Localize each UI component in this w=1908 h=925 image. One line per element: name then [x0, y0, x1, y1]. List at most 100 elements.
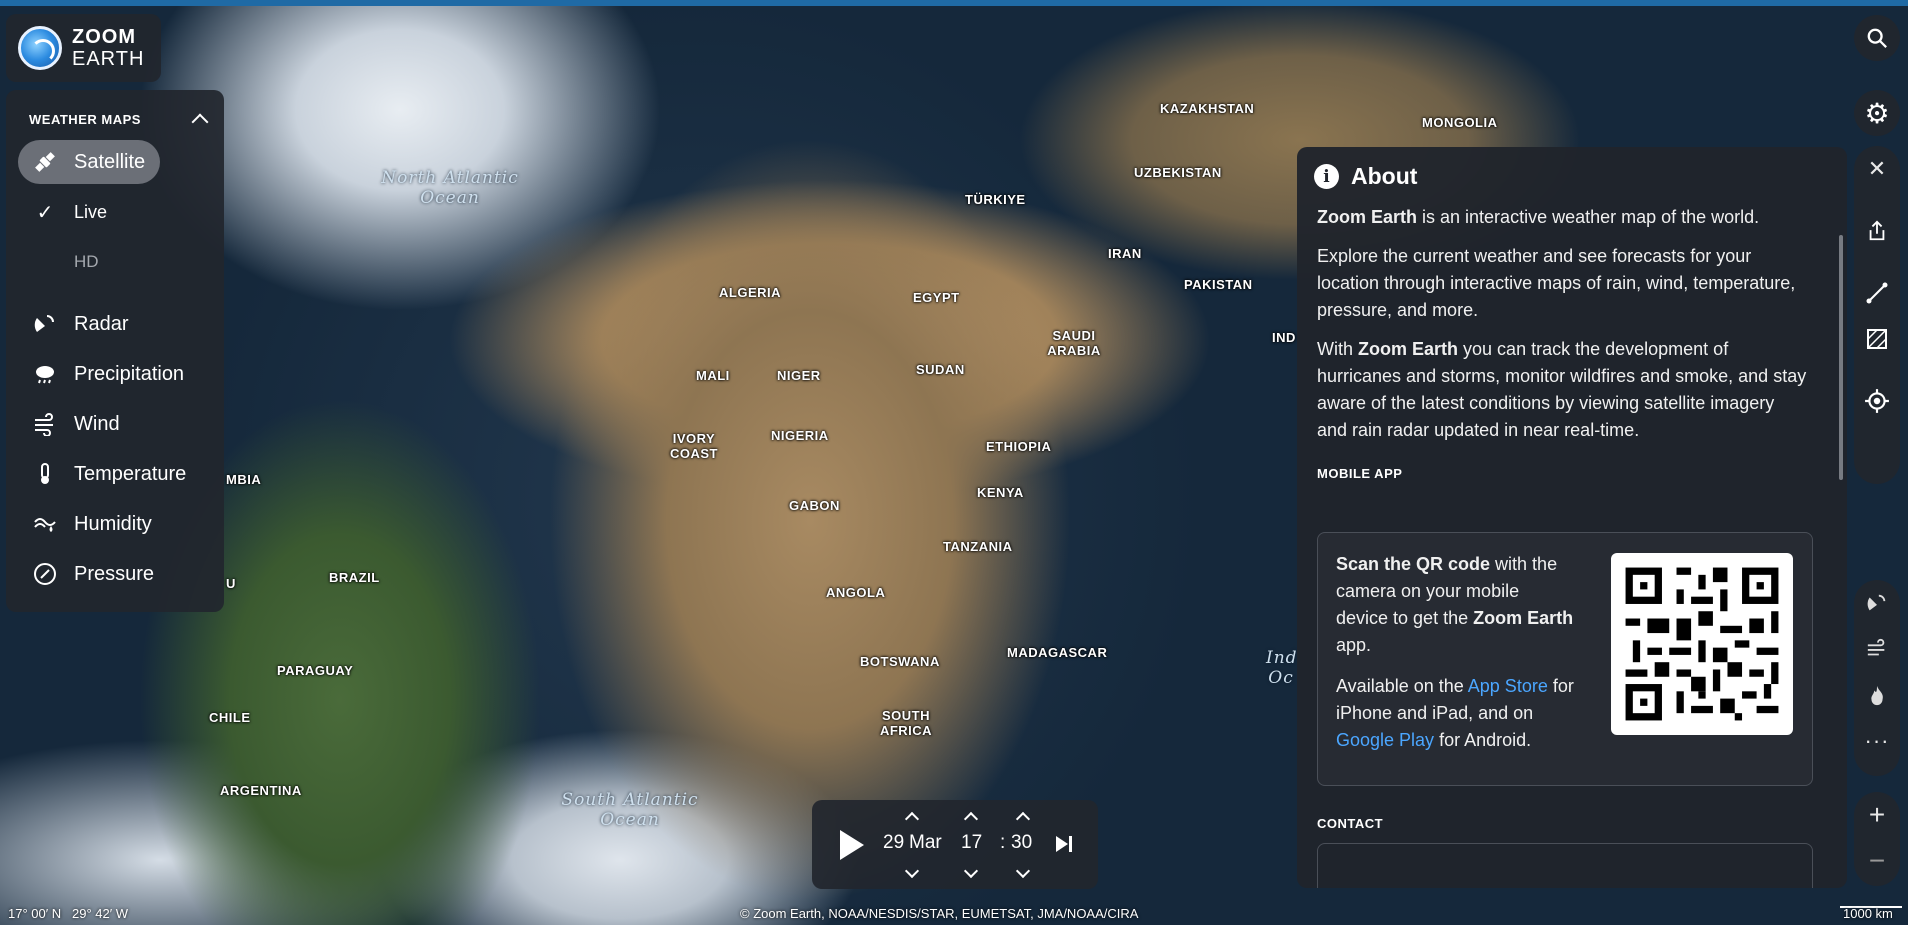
date-month: Mar: [909, 832, 942, 853]
more-button[interactable]: ···: [1854, 718, 1900, 764]
wind-icon: [32, 411, 58, 437]
share-button[interactable]: [1854, 208, 1900, 254]
skip-to-now-icon[interactable]: [1056, 836, 1068, 852]
chevron-up-icon[interactable]: [963, 811, 979, 827]
chevron-up-icon[interactable]: [904, 811, 920, 827]
country-label: BOTSWANA: [860, 654, 940, 669]
country-label: NIGERIA: [771, 428, 829, 443]
menu-item-wind[interactable]: Wind: [18, 402, 204, 446]
weather-maps-header[interactable]: WEATHER MAPS: [6, 90, 224, 131]
menu-label: Satellite: [74, 150, 146, 173]
close-button[interactable]: ✕: [1854, 146, 1900, 192]
country-label: ALGERIA: [719, 285, 781, 300]
play-icon[interactable]: [840, 830, 864, 860]
fire-icon: [1871, 685, 1883, 706]
chevron-down-icon[interactable]: [1015, 863, 1031, 879]
country-label: EGYPT: [913, 290, 960, 305]
logo-globe-icon: [18, 26, 62, 70]
google-play-link[interactable]: Google Play: [1336, 730, 1434, 750]
country-label: NIGER: [777, 368, 821, 383]
gear-icon: ⚙: [1864, 97, 1890, 129]
menu-item-humidity[interactable]: Humidity: [18, 502, 204, 546]
check-icon: ✓: [36, 201, 54, 224]
about-scrollbar[interactable]: [1839, 235, 1843, 480]
country-label: KENYA: [977, 485, 1024, 500]
zoom-earth-logo[interactable]: ZOOM EARTH: [6, 14, 161, 82]
storm-icon: [1867, 594, 1886, 611]
time-separator: :: [1000, 832, 1006, 853]
layer-tools-group: ···: [1854, 580, 1900, 776]
search-button[interactable]: [1854, 15, 1900, 61]
country-label: SAUDI ARABIA: [1047, 328, 1101, 358]
info-icon: i: [1314, 164, 1339, 189]
country-label: PAKISTAN: [1184, 277, 1253, 292]
country-label: TÜRKIYE: [965, 192, 1026, 207]
country-label: ANGOLA: [826, 585, 886, 600]
country-label: ETHIOPIA: [986, 439, 1052, 454]
time-minute: 30: [1011, 832, 1033, 853]
time-controls: 29 Mar 17 : 30: [812, 800, 1098, 889]
settings-button[interactable]: ⚙: [1854, 90, 1900, 136]
country-label: U: [226, 576, 236, 591]
country-label: GABON: [789, 498, 840, 513]
locate-button[interactable]: [1854, 378, 1900, 424]
menu-item-hd[interactable]: HD: [18, 240, 204, 284]
menu-item-temperature[interactable]: Temperature: [18, 452, 204, 496]
close-icon: ✕: [1867, 156, 1887, 181]
menu-label: Precipitation: [74, 362, 185, 385]
country-label: MALI: [696, 368, 730, 383]
minus-icon: −: [1868, 845, 1886, 876]
zoom-out-button[interactable]: −: [1854, 838, 1900, 884]
share-icon: [1869, 220, 1885, 241]
menu-label: Radar: [74, 312, 129, 335]
skip-bar: [1069, 836, 1072, 852]
menu-item-precipitation[interactable]: Precipitation: [18, 352, 204, 396]
measure-button[interactable]: [1854, 270, 1900, 316]
menu-label: Temperature: [74, 462, 187, 485]
map-credits: © Zoom Earth, NOAA/NESDIS/STAR, EUMETSAT…: [740, 906, 1139, 921]
country-label: MONGOLIA: [1422, 115, 1498, 130]
store-availability: Available on the App Store for iPhone an…: [1336, 676, 1574, 750]
menu-item-pressure[interactable]: Pressure: [18, 552, 204, 596]
zoom-in-button[interactable]: +: [1854, 792, 1900, 838]
fires-button[interactable]: [1854, 672, 1900, 718]
area-icon: [1867, 329, 1887, 349]
menu-item-satellite[interactable]: Satellite: [18, 140, 160, 184]
time-hour: 17: [961, 832, 983, 853]
app-store-link[interactable]: App Store: [1468, 676, 1548, 696]
wind-icon: [1867, 638, 1885, 656]
weather-maps-panel: WEATHER MAPS Satellite ✓ Live HD Radar P…: [6, 90, 224, 612]
country-label: MADAGASCAR: [1007, 645, 1108, 660]
storms-button[interactable]: [1854, 580, 1900, 626]
zoom-controls: + −: [1854, 792, 1900, 886]
country-label: KAZAKHSTAN: [1160, 101, 1255, 116]
qr-instructions: Scan the QR code with the camera on your…: [1336, 554, 1574, 655]
chevron-down-icon[interactable]: [963, 863, 979, 879]
top-accent-bar: [0, 0, 1908, 6]
country-label: MBIA: [226, 472, 262, 487]
satellite-icon: [32, 149, 58, 175]
chevron-down-icon[interactable]: [904, 863, 920, 879]
menu-item-live[interactable]: ✓ Live: [18, 190, 204, 234]
country-label: CHILE: [209, 710, 251, 725]
qr-code: [1611, 553, 1793, 735]
menu-label: Humidity: [74, 512, 152, 535]
chevron-up-icon[interactable]: [1015, 811, 1031, 827]
ocean-label-indian: Ind Oc: [1266, 648, 1298, 688]
wind-layer-button[interactable]: [1854, 626, 1900, 672]
area-button[interactable]: [1854, 316, 1900, 362]
about-title: About: [1351, 163, 1418, 189]
chevron-up-icon[interactable]: [191, 113, 209, 131]
coordinates-readout: 17° 00′ N 29° 42′ W: [8, 906, 129, 921]
more-icon: ···: [1864, 728, 1890, 753]
mobile-app-card: Scan the QR code with the camera on your…: [1317, 532, 1813, 786]
menu-item-radar[interactable]: Radar: [18, 302, 204, 346]
plus-icon: +: [1868, 799, 1886, 830]
country-label: IVORY COAST: [670, 431, 718, 461]
thermometer-icon: [32, 461, 58, 487]
menu-label: Wind: [74, 412, 120, 435]
measure-icon: [1866, 282, 1888, 304]
radar-icon: [32, 311, 58, 337]
about-paragraph-1: Zoom Earth is an interactive weather map…: [1317, 207, 1760, 227]
country-label: IRAN: [1108, 246, 1142, 261]
